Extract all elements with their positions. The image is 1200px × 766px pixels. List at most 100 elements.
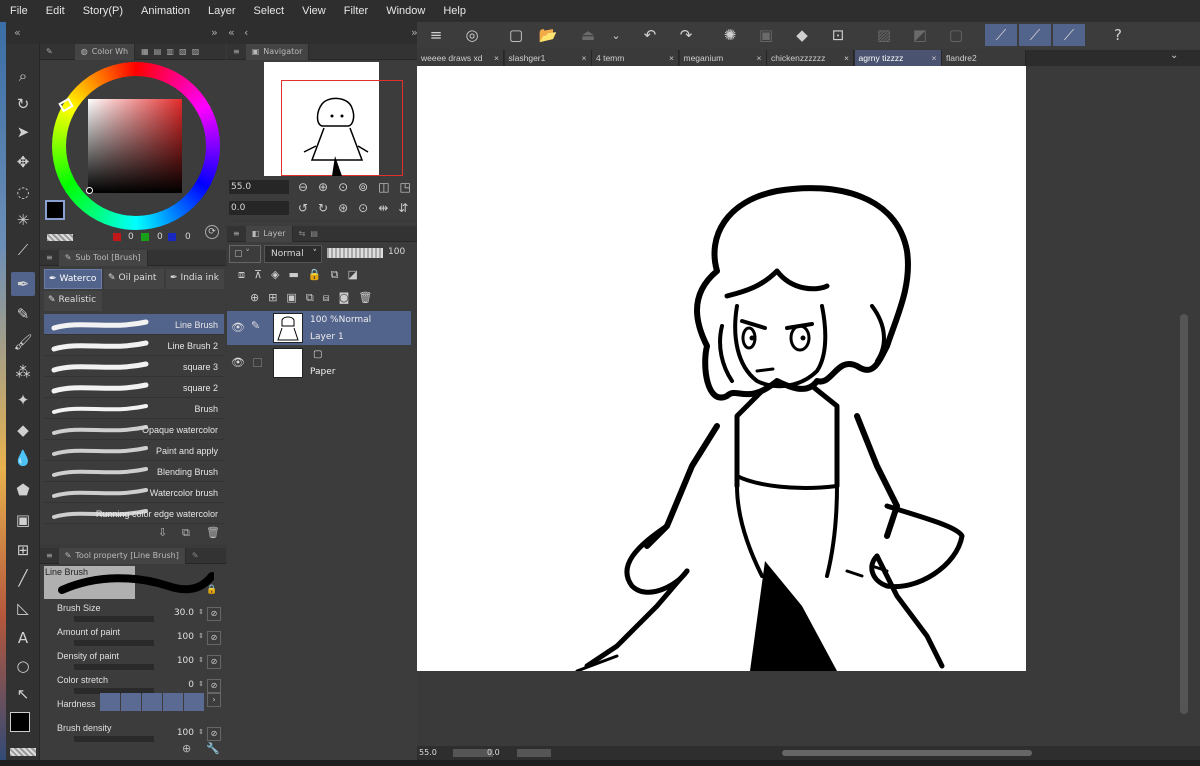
drawing-canvas[interactable] [417, 66, 1026, 671]
menu-layer[interactable]: Layer [208, 5, 236, 17]
spinner-arrows-icon[interactable]: ⇕ [198, 608, 204, 616]
snap-special-ruler-icon[interactable]: ⟋ [1019, 24, 1051, 46]
redo-icon[interactable]: ↷ [673, 24, 699, 46]
opacity-value[interactable]: 100 [388, 247, 405, 257]
menu-animation[interactable]: Animation [141, 5, 190, 17]
close-tab-icon[interactable]: × [932, 50, 937, 66]
property-row[interactable]: Density of paint 100 ⇕ ⊘ [44, 651, 224, 675]
menu-help[interactable]: Help [443, 5, 466, 17]
property-row[interactable]: Brush density 100 ⇕ ⊘ [44, 723, 224, 747]
decoration-tool-icon[interactable]: ✦ [11, 388, 35, 412]
group-watercolor[interactable]: ✒ Waterco [44, 269, 102, 289]
property-row[interactable]: Amount of paint 100 ⇕ ⊘ [44, 627, 224, 651]
layer-toolbar-row2[interactable]: ⊕⊞▣⧉⧈◙🗑 [250, 291, 381, 305]
deselect-icon[interactable]: ▨ [871, 24, 897, 46]
navigator-thumbnail[interactable] [264, 62, 403, 176]
layer-toolbar-row1[interactable]: ⧈⊼◈▬🔒⧉◪ [238, 268, 367, 282]
rotate-tool-icon[interactable]: ↻ [11, 92, 35, 116]
menu-filter[interactable]: Filter [344, 5, 368, 17]
pressure-settings-icon[interactable]: ⊘ [207, 727, 221, 741]
invert-selection-icon[interactable]: ◩ [907, 24, 933, 46]
main-color-swatch[interactable] [10, 712, 30, 732]
close-tab-icon[interactable]: × [844, 50, 849, 66]
line-tool-icon[interactable]: ╱ [11, 566, 35, 590]
hardness-step[interactable] [163, 693, 183, 711]
document-tab[interactable]: meganium × [679, 50, 767, 66]
brush-item[interactable]: Line Brush 2 [44, 335, 224, 356]
document-tab[interactable]: flandre2 [942, 50, 1026, 66]
navigator-zoom-buttons[interactable]: ⊖⊕⊙⊚◫◳ [298, 180, 421, 194]
brush-item[interactable]: Brush [44, 398, 224, 419]
brush-item[interactable]: Running color edge watercolor [44, 503, 224, 524]
sv-marker[interactable] [86, 187, 93, 194]
transform-icon[interactable]: ⊡ [825, 24, 851, 46]
property-row[interactable]: Hardness › [44, 693, 224, 723]
zoom-tool-icon[interactable]: ⌕ [11, 64, 35, 88]
clear-icon[interactable]: ▣ [753, 24, 779, 46]
layer-row-layer1[interactable]: 👁 ✎ 100 %Normal Layer 1 [227, 311, 411, 345]
transparent-swatch[interactable] [10, 748, 36, 756]
group-india-ink[interactable]: ✒ India ink [166, 269, 224, 289]
menu-select[interactable]: Select [254, 5, 285, 17]
snap-grid-icon[interactable]: ⟋ [1053, 24, 1085, 46]
menu-file[interactable]: File [10, 5, 28, 17]
hardness-step[interactable] [184, 693, 204, 711]
collapse-left-icon[interactable]: « [14, 26, 21, 39]
selection-tool-icon[interactable]: ◌ [11, 180, 35, 204]
operation-tool-icon[interactable]: ➤ [11, 120, 35, 144]
status-zoom[interactable]: 55.0 [419, 748, 437, 757]
document-tab[interactable]: weeee draws xd × [417, 50, 504, 66]
group-realistic[interactable]: ✎ Realistic [44, 291, 102, 311]
tool-property-tab[interactable]: ✎ Tool property [Line Brush] [58, 547, 186, 564]
spinner-arrows-icon[interactable]: ⇕ [198, 728, 204, 736]
spinner-arrows-icon[interactable]: ⇕ [198, 632, 204, 640]
property-slider[interactable] [74, 640, 154, 646]
balloon-tool-icon[interactable]: ○ [11, 654, 35, 678]
menu-window[interactable]: Window [386, 5, 425, 17]
reset-property-icon[interactable]: ⊕ [182, 742, 191, 755]
spinner-arrows-icon[interactable]: ⇕ [198, 656, 204, 664]
brush-item[interactable]: Watercolor brush [44, 482, 224, 503]
group-oil-paint[interactable]: ✎ Oil paint [104, 269, 164, 289]
hardness-step[interactable] [142, 693, 162, 711]
brush-item[interactable]: square 2 [44, 377, 224, 398]
chevron-down-icon[interactable]: ⌄ [603, 24, 629, 46]
navigator-rotate-buttons[interactable]: ↺↻⊛⊙⇹⇵ [298, 201, 418, 215]
navigator-zoom-field[interactable]: 55.0 [229, 180, 289, 194]
status-rotate[interactable]: 0.0 [487, 748, 500, 757]
tabs-dropdown-icon[interactable]: ⌄ [1170, 50, 1178, 61]
spinner-arrows-icon[interactable]: ⇕ [198, 680, 204, 688]
brush-item[interactable]: Blending Brush [44, 461, 224, 482]
property-slider[interactable] [74, 664, 154, 670]
layer-lock-box[interactable] [253, 358, 262, 367]
pressure-settings-icon[interactable]: ⊘ [207, 607, 221, 621]
property-row[interactable]: Brush Size 30.0 ⇕ ⊘ [44, 603, 224, 627]
loading-icon[interactable]: ✺ [717, 24, 743, 46]
fill-tool-icon[interactable]: ⬟ [11, 478, 35, 502]
close-tab-icon[interactable]: × [494, 50, 499, 66]
document-tab[interactable]: 4 temm × [592, 50, 679, 66]
download-brush-icon[interactable]: ⇩ [158, 526, 167, 539]
open-file-icon[interactable]: 📂 [535, 24, 561, 46]
correct-line-tool-icon[interactable]: ↖ [11, 682, 35, 706]
snap-ruler-icon[interactable]: ⟋ [985, 24, 1017, 46]
help-icon[interactable]: ? [1105, 24, 1131, 46]
visibility-eye-icon[interactable]: 👁 [231, 356, 245, 369]
pencil-tool-icon[interactable]: ✎ [11, 302, 35, 326]
eraser-icon[interactable]: ◆ [11, 418, 35, 442]
pen-tool-icon[interactable]: ✒ [11, 272, 35, 296]
document-tab[interactable]: slashger1 × [504, 50, 592, 66]
property-slider[interactable] [74, 616, 154, 622]
close-tab-icon[interactable]: × [669, 50, 674, 66]
blend-mode-select[interactable]: Normal ˅ [264, 245, 322, 263]
expand-icon[interactable]: › [207, 693, 221, 707]
collapse-left-icon-3[interactable]: ‹ [244, 26, 248, 39]
ruler-tool-icon[interactable]: ◺ [11, 596, 35, 620]
pressure-settings-icon[interactable]: ⊘ [207, 655, 221, 669]
document-tab[interactable]: agrny tizzzz × [854, 50, 942, 66]
opacity-slider[interactable] [327, 248, 383, 258]
wrench-icon[interactable]: 🔧 [206, 742, 220, 755]
move-tool-icon[interactable]: ✥ [11, 150, 35, 174]
navigator-tab[interactable]: ▣ Navigator [245, 43, 310, 60]
transparent-color-swatch[interactable] [47, 234, 73, 241]
